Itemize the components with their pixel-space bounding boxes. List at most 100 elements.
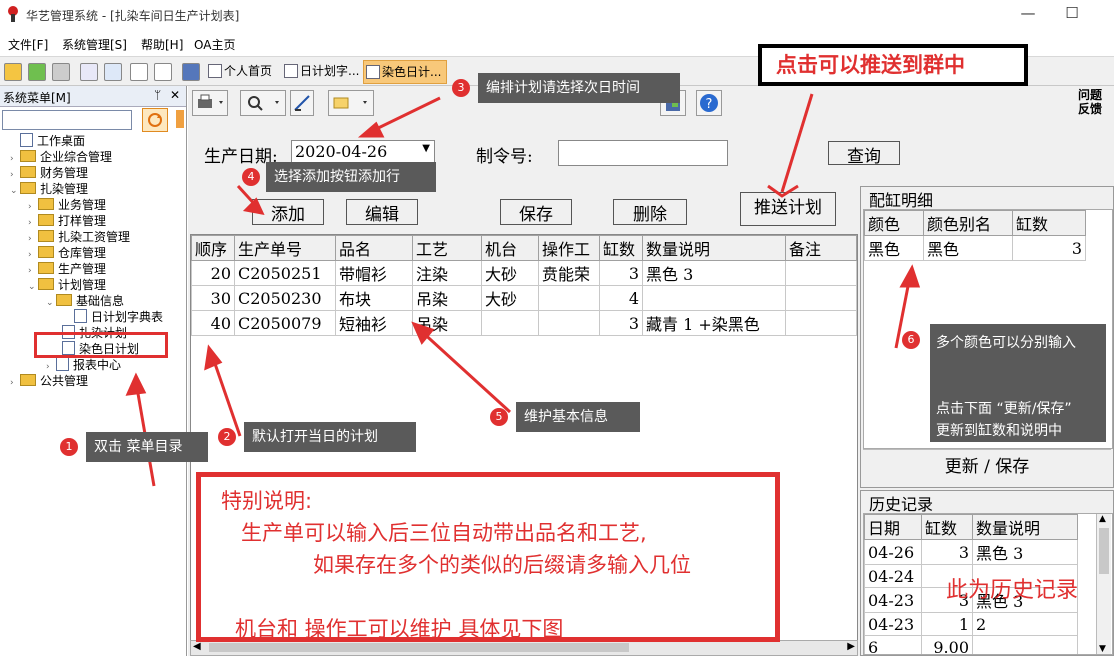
list-icon[interactable] — [130, 63, 148, 81]
save-button[interactable]: 保存 — [500, 199, 572, 225]
cell[interactable]: 04-23 — [864, 612, 922, 636]
cell[interactable]: 黑色 3 — [642, 260, 786, 286]
scroll-thumb[interactable] — [209, 643, 629, 652]
cell[interactable]: 黑色 3 — [972, 539, 1078, 565]
column-header[interactable]: 颜色别名 — [923, 210, 1013, 236]
cell[interactable]: 40 — [191, 310, 235, 336]
tree-item-wages[interactable]: › 扎染工资管理 — [28, 228, 130, 245]
table-row[interactable]: 20 C2050251 带帽衫 注染 大砂 贲能荣 3 黑色 3 — [191, 260, 857, 286]
menu-system[interactable]: 系统管理[S] — [62, 36, 127, 53]
column-header[interactable]: 数量说明 — [642, 235, 786, 261]
query-button[interactable]: 查询 — [828, 141, 900, 167]
minimize-button[interactable]: — — [1008, 4, 1048, 22]
add-button[interactable]: 添加 — [252, 199, 324, 225]
table-row[interactable]: 04-23 1 2 — [864, 612, 1078, 636]
cell[interactable]: 04-24 — [864, 564, 922, 588]
push-plan-button[interactable]: 推送计划 — [740, 192, 836, 226]
tab-dyeing-plan[interactable]: 染色日计... — [363, 60, 447, 84]
cell[interactable]: 3 — [1012, 235, 1086, 261]
tree-item-warehouse[interactable]: › 仓库管理 — [28, 244, 106, 261]
menu-help[interactable]: 帮助[H] — [141, 36, 183, 53]
cell[interactable]: 1 — [921, 612, 973, 636]
dropdown-arrow-icon[interactable]: ▼ — [422, 143, 430, 154]
panel-scroll-handle[interactable] — [176, 110, 184, 128]
cell[interactable]: 30 — [191, 285, 235, 311]
order-number-input[interactable] — [558, 140, 728, 166]
column-header[interactable]: 日期 — [864, 514, 922, 540]
gear-icon[interactable] — [4, 63, 22, 81]
column-header[interactable]: 操作工 — [538, 235, 600, 261]
cell[interactable] — [538, 285, 600, 311]
column-header[interactable]: 品名 — [335, 235, 413, 261]
cell[interactable]: 黑色 — [923, 235, 1013, 261]
menu-file[interactable]: 文件[F] — [8, 36, 48, 53]
tree-item-tiedye[interactable]: ⌄ 扎染管理 — [10, 180, 88, 197]
feedback-button[interactable]: 问题反馈 — [1078, 88, 1108, 116]
column-header[interactable]: 数量说明 — [972, 514, 1078, 540]
cell[interactable]: 藏青 1 +染黑色 — [642, 310, 786, 336]
preview-button[interactable] — [240, 90, 286, 116]
tree-item-business[interactable]: › 业务管理 — [28, 196, 106, 213]
cell[interactable]: C2050251 — [234, 260, 336, 286]
cell[interactable]: 大砂 — [481, 260, 539, 286]
refresh-button[interactable] — [142, 108, 168, 132]
tree-item-reports[interactable]: › 报表中心 — [46, 356, 121, 373]
cell[interactable]: 黑色 — [864, 235, 924, 261]
cell[interactable] — [785, 310, 857, 336]
users-icon[interactable] — [28, 63, 46, 81]
tree-item-sample[interactable]: › 打样管理 — [28, 212, 106, 229]
scroll-down-icon[interactable]: ▼ — [1099, 644, 1106, 654]
scroll-thumb[interactable] — [1099, 528, 1109, 574]
cell[interactable]: 短袖衫 — [335, 310, 413, 336]
cell[interactable]: C2050079 — [234, 310, 336, 336]
cell[interactable]: 3 — [599, 260, 643, 286]
tree-item-enterprise[interactable]: › 企业综合管理 — [10, 148, 112, 165]
export-button[interactable] — [328, 90, 374, 116]
cell[interactable]: 带帽衫 — [335, 260, 413, 286]
table-row[interactable]: 40 C2050079 短袖衫 吊染 3 藏青 1 +染黑色 — [191, 310, 857, 336]
cell[interactable]: 04-23 — [864, 587, 922, 613]
cell[interactable] — [481, 310, 539, 336]
edit-button[interactable]: 编辑 — [346, 199, 418, 225]
tree-item-planning[interactable]: ⌄ 计划管理 — [28, 276, 106, 293]
scroll-left-icon[interactable]: ◀ — [193, 641, 201, 652]
table-row[interactable]: 30 C2050230 布块 吊染 大砂 4 — [191, 285, 857, 311]
cell[interactable]: 布块 — [335, 285, 413, 311]
cell[interactable]: 吊染 — [412, 310, 482, 336]
menu-oa[interactable]: OA主页 — [194, 36, 235, 53]
cell[interactable] — [538, 310, 600, 336]
printer-icon[interactable] — [52, 63, 70, 81]
maximize-button[interactable]: ☐ — [1052, 4, 1092, 22]
cell[interactable]: 20 — [191, 260, 235, 286]
tree-item-plan-dictionary[interactable]: 日计划字典表 — [74, 308, 163, 325]
cell[interactable] — [642, 285, 786, 311]
cell[interactable]: 注染 — [412, 260, 482, 286]
mail-icon[interactable] — [154, 63, 172, 81]
tree-item-production[interactable]: › 生产管理 — [28, 260, 106, 277]
close-icon[interactable]: ✕ — [170, 88, 180, 102]
cell[interactable] — [785, 260, 857, 286]
column-header[interactable]: 颜色 — [864, 210, 924, 236]
cell[interactable]: 吊染 — [412, 285, 482, 311]
cell[interactable]: 4 — [599, 285, 643, 311]
print-button[interactable] — [192, 90, 228, 116]
design-icon[interactable] — [290, 90, 314, 116]
column-header[interactable]: 缸数 — [921, 514, 973, 540]
column-header[interactable]: 工艺 — [412, 235, 482, 261]
tree-item-finance[interactable]: › 财务管理 — [10, 164, 88, 181]
cell[interactable]: 3 — [599, 310, 643, 336]
pin-icon[interactable]: ᛘ — [154, 88, 161, 102]
tree-item-public[interactable]: › 公共管理 — [10, 372, 88, 389]
column-header[interactable]: 缸数 — [599, 235, 643, 261]
vertical-scrollbar[interactable]: ▲ ▼ — [1096, 514, 1111, 654]
cell[interactable] — [785, 285, 857, 311]
tree-item-workbench[interactable]: 工作桌面 — [10, 132, 85, 149]
book-icon[interactable] — [80, 63, 98, 81]
production-date-picker[interactable]: 2020-04-26 ▼ — [291, 140, 435, 164]
exit-icon[interactable] — [182, 63, 200, 81]
menu-search-input[interactable] — [2, 110, 132, 130]
column-header[interactable]: 顺序 — [191, 235, 235, 261]
cell[interactable]: 贲能荣 — [538, 260, 600, 286]
cell[interactable]: C2050230 — [234, 285, 336, 311]
help-icon[interactable]: ? — [696, 90, 722, 116]
